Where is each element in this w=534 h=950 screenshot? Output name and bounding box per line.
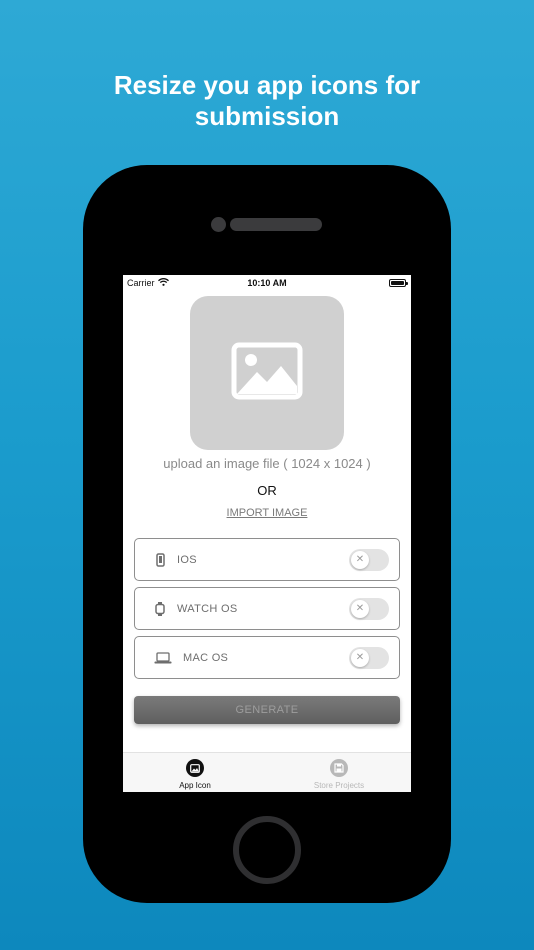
platform-label-watchos: WATCH OS: [177, 602, 238, 615]
watchos-toggle[interactable]: ✕: [349, 598, 389, 620]
image-icon: [186, 759, 204, 777]
platform-row-macos: MAC OS ✕: [134, 636, 400, 679]
headline: Resize you app icons for submission: [0, 70, 534, 132]
laptop-icon: [151, 649, 175, 667]
ios-toggle[interactable]: ✕: [349, 549, 389, 571]
headline-line-2: submission: [194, 101, 340, 131]
headline-line-1: Resize you app icons for: [113, 70, 421, 100]
close-icon: ✕: [351, 600, 369, 618]
tab-bar: App Icon Store Projects: [123, 752, 411, 792]
upload-hint: upload an image file ( 1024 x 1024 ): [163, 456, 371, 471]
watch-icon: [151, 600, 169, 618]
platform-label-ios: IOS: [177, 553, 197, 566]
generate-button[interactable]: GENERATE: [134, 696, 400, 724]
speaker-grille: [230, 218, 322, 231]
platform-label-macos: MAC OS: [183, 651, 229, 664]
home-button[interactable]: [233, 816, 301, 884]
image-icon: [231, 342, 303, 405]
phone-frame: Carrier 10:10 AM upload an image file (…: [83, 165, 451, 903]
macos-toggle[interactable]: ✕: [349, 647, 389, 669]
close-icon: ✕: [351, 649, 369, 667]
close-icon: ✕: [351, 551, 369, 569]
front-camera: [211, 217, 226, 232]
or-label: OR: [257, 483, 277, 498]
phone-screen: Carrier 10:10 AM upload an image file (…: [123, 275, 411, 792]
phone-icon: [151, 551, 169, 569]
tab-label-app-icon: App Icon: [179, 781, 211, 790]
platform-row-ios: IOS ✕: [134, 538, 400, 581]
tab-app-icon[interactable]: App Icon: [123, 753, 267, 792]
status-bar: Carrier 10:10 AM: [123, 275, 411, 293]
floppy-disk-icon: [330, 759, 348, 777]
platform-row-watchos: WATCH OS ✕: [134, 587, 400, 630]
tab-label-store-projects: Store Projects: [313, 781, 365, 790]
import-image-link[interactable]: IMPORT IMAGE: [123, 507, 411, 519]
status-time: 10:10 AM: [247, 278, 287, 288]
battery-icon: [389, 279, 408, 287]
tab-store-projects[interactable]: Store Projects: [267, 753, 411, 792]
image-placeholder[interactable]: [190, 296, 344, 450]
